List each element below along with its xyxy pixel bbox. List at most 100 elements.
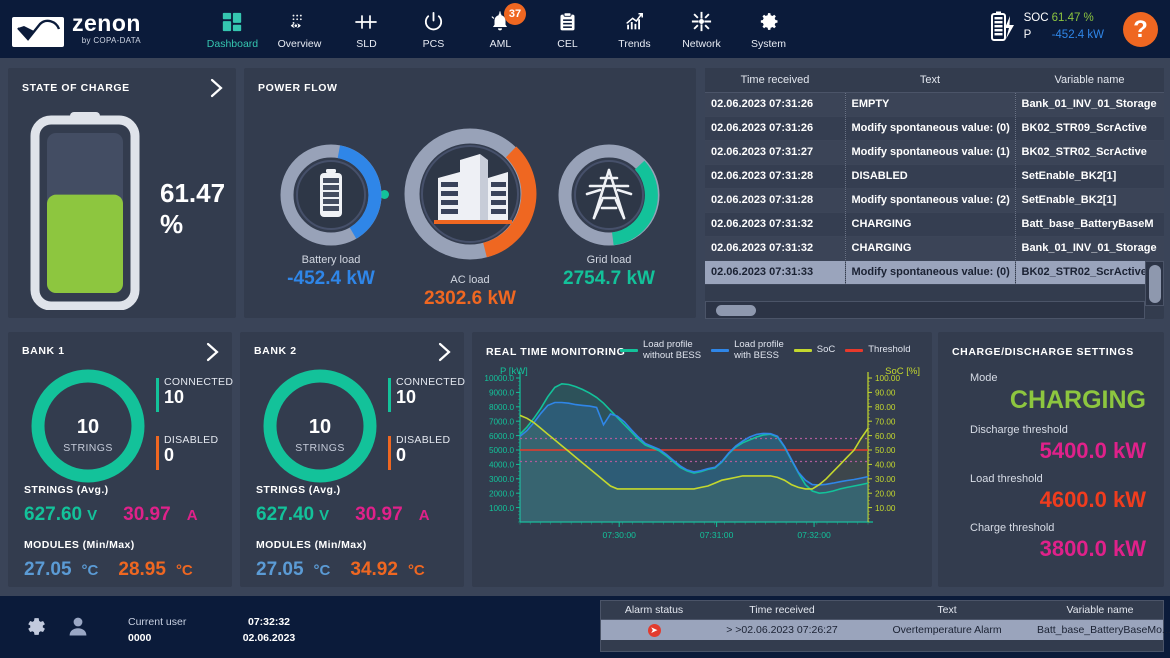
bank-2-modules-values: 27.05 °C 34.92 °C bbox=[256, 559, 456, 581]
bank-1-strings-values: 627.60 V 30.97 A bbox=[24, 504, 224, 526]
state-of-charge-chevron[interactable] bbox=[208, 77, 226, 104]
y2-tick-3: 70.00 bbox=[875, 417, 896, 426]
table-row[interactable]: 02.06.2023 07:31:26Modify spontaneous va… bbox=[705, 116, 1164, 140]
bank-1-disabled-value: 0 bbox=[164, 446, 218, 465]
bank-1-modules-values: 27.05 °C 28.95 °C bbox=[24, 559, 224, 581]
state-of-charge-title: STATE OF CHARGE bbox=[22, 82, 130, 94]
table-row[interactable]: 02.06.2023 07:31:32CHARGINGBank_01_INV_0… bbox=[705, 236, 1164, 260]
dashboard-root: zenon by COPA-DATA DashboardOverviewSLDP… bbox=[0, 0, 1170, 658]
bank-2-modules-heading: MODULES (Min/Max) bbox=[256, 539, 367, 551]
settings-gear-button[interactable] bbox=[22, 614, 47, 644]
bank-2-chevron[interactable] bbox=[436, 341, 454, 368]
gear-icon bbox=[22, 614, 47, 639]
clipboard-list-icon bbox=[557, 9, 578, 35]
event-col-1[interactable]: Text bbox=[845, 68, 1015, 92]
bank-1-chevron[interactable] bbox=[204, 341, 222, 368]
settings-load-value: 4600.0 kW bbox=[1040, 487, 1146, 513]
alarm-row[interactable]: ➤> >02.06.2023 07:26:27Overtemperature A… bbox=[601, 620, 1163, 640]
alarm-col-3[interactable]: Variable name bbox=[1037, 604, 1163, 616]
power-flow-node-grid[interactable]: Grid load 2754.7 kW bbox=[540, 140, 678, 290]
nav-item-aml[interactable]: AML37 bbox=[467, 3, 534, 55]
power-flow-value-ac: 2302.6 kW bbox=[392, 288, 548, 310]
battery-bolt-icon bbox=[990, 10, 1016, 44]
header-p-key: P bbox=[1024, 27, 1046, 44]
event-cell-text: EMPTY bbox=[845, 92, 1015, 116]
event-table-horizontal-thumb[interactable] bbox=[716, 305, 756, 316]
event-table-vertical-thumb[interactable] bbox=[1149, 265, 1161, 303]
event-cell-text: Modify spontaneous value: (1) bbox=[845, 140, 1015, 164]
nav-item-trends[interactable]: Trends bbox=[601, 3, 668, 55]
settings-mode-label: Mode bbox=[970, 372, 998, 384]
header-p-row: P -452.4 kW bbox=[1024, 27, 1104, 44]
y-tick-7: 3000.0 bbox=[489, 475, 514, 484]
settings-mode-value: CHARGING bbox=[1010, 386, 1146, 415]
event-table: Time receivedTextVariable name 02.06.202… bbox=[705, 68, 1164, 285]
event-table-horizontal-scrollbar[interactable] bbox=[705, 301, 1145, 319]
help-button[interactable]: ? bbox=[1123, 12, 1158, 47]
alarm-variable-cell: Batt_base_BatteryBaseMo... bbox=[1037, 624, 1163, 636]
status-bar: Current user 0000 07:32:32 02.06.2023 Al… bbox=[0, 596, 1170, 658]
charge-discharge-settings-panel: CHARGE/DISCHARGE SETTINGS Mode CHARGING … bbox=[938, 332, 1164, 587]
event-cell-time: 02.06.2023 07:31:32 bbox=[705, 236, 845, 260]
power-flow-node-ac[interactable]: AC load 2302.6 kW bbox=[392, 120, 548, 310]
nav-item-network[interactable]: Network bbox=[668, 3, 735, 55]
alarm-status-cell: ➤ bbox=[601, 624, 707, 637]
y2-tick-8: 20.00 bbox=[875, 489, 896, 498]
real-time-monitoring-panel: REAL TIME MONITORING Load profilewithout… bbox=[472, 332, 932, 587]
alarm-col-0[interactable]: Alarm status bbox=[601, 604, 707, 616]
bank-1-donut-value: 10 bbox=[26, 416, 150, 439]
bank-2-disabled-value: 0 bbox=[396, 446, 450, 465]
settings-discharge-value: 5400.0 kW bbox=[1040, 438, 1146, 464]
network-nodes-icon bbox=[690, 9, 713, 35]
header-status: SOC 61.47 % P -452.4 kW bbox=[990, 10, 1104, 45]
nav-item-system[interactable]: System bbox=[735, 3, 802, 55]
bank-1-title: BANK 1 bbox=[22, 345, 65, 357]
nav-item-sld[interactable]: SLD bbox=[333, 3, 400, 55]
x-tick-2: 07:32:00 bbox=[797, 530, 831, 540]
table-row[interactable]: 02.06.2023 07:31:26EMPTYBank_01_INV_01_S… bbox=[705, 92, 1164, 116]
alarm-col-2[interactable]: Text bbox=[857, 604, 1037, 616]
current-user-block: Current user 0000 bbox=[128, 614, 186, 647]
event-cell-text: CHARGING bbox=[845, 212, 1015, 236]
alarm-rows: ➤> >02.06.2023 07:26:27Overtemperature A… bbox=[601, 620, 1163, 640]
event-col-2[interactable]: Variable name bbox=[1015, 68, 1164, 92]
event-cell-time: 02.06.2023 07:31:32 bbox=[705, 212, 845, 236]
event-col-0[interactable]: Time received bbox=[705, 68, 845, 92]
y-tick-8: 2000.0 bbox=[489, 489, 514, 498]
power-flow-node-battery[interactable]: Battery load -452.4 kW bbox=[262, 140, 400, 290]
event-cell-variable: Batt_base_BatteryBaseM bbox=[1015, 212, 1164, 236]
bank-1-current: 30.97 bbox=[123, 504, 171, 526]
user-account-button[interactable] bbox=[66, 614, 90, 644]
nav-item-dashboard[interactable]: Dashboard bbox=[199, 3, 266, 55]
table-row[interactable]: 02.06.2023 07:31:27Modify spontaneous va… bbox=[705, 140, 1164, 164]
chart-plot[interactable]: 10000.09000.08000.07000.06000.05000.0400… bbox=[472, 332, 932, 587]
bank-1-panel: BANK 1 10 STRINGS CONNECTED 10 DISABLED … bbox=[8, 332, 232, 587]
bank-1-temp-max-unit: °C bbox=[176, 562, 193, 579]
current-user-label: Current user bbox=[128, 614, 186, 630]
event-cell-time: 02.06.2023 07:31:28 bbox=[705, 164, 845, 188]
table-row[interactable]: 02.06.2023 07:31:28Modify spontaneous va… bbox=[705, 188, 1164, 212]
bank-2-temp-max-unit: °C bbox=[408, 562, 425, 579]
alarm-bar-panel: Alarm statusTime receivedTextVariable na… bbox=[600, 600, 1164, 652]
x-tick-0: 07:30:00 bbox=[602, 530, 636, 540]
power-flow-label-grid: Grid load bbox=[540, 254, 678, 266]
event-table-vertical-scrollbar[interactable] bbox=[1145, 261, 1164, 306]
settings-charge-value: 3800.0 kW bbox=[1040, 536, 1146, 562]
nav-item-cel[interactable]: CEL bbox=[534, 3, 601, 55]
table-row[interactable]: 02.06.2023 07:31:28DISABLEDSetEnable_BK2… bbox=[705, 164, 1164, 188]
power-flow-value-battery: -452.4 kW bbox=[262, 268, 400, 290]
table-row[interactable]: 02.06.2023 07:31:32CHARGINGBatt_base_Bat… bbox=[705, 212, 1164, 236]
state-of-charge-panel: STATE OF CHARGE 61.47 % bbox=[8, 68, 236, 318]
settings-title: CHARGE/DISCHARGE SETTINGS bbox=[952, 346, 1134, 358]
alarm-col-1[interactable]: Time received bbox=[707, 604, 857, 616]
datetime-block: 07:32:32 02.06.2023 bbox=[238, 614, 300, 647]
nav-item-overview[interactable]: Overview bbox=[266, 3, 333, 55]
bank-1-temp-min-unit: °C bbox=[82, 562, 99, 579]
header-soc-row: SOC 61.47 % bbox=[1024, 10, 1104, 27]
table-row[interactable]: 02.06.2023 07:31:33Modify spontaneous va… bbox=[705, 260, 1164, 284]
bank-1-modules-heading: MODULES (Min/Max) bbox=[24, 539, 135, 551]
nav-item-pcs[interactable]: PCS bbox=[400, 3, 467, 55]
header-soc-key: SOC bbox=[1024, 10, 1046, 27]
bank-2-strings-donut: 10 STRINGS bbox=[258, 364, 382, 493]
bank-1-temp-max: 28.95 bbox=[118, 559, 166, 581]
